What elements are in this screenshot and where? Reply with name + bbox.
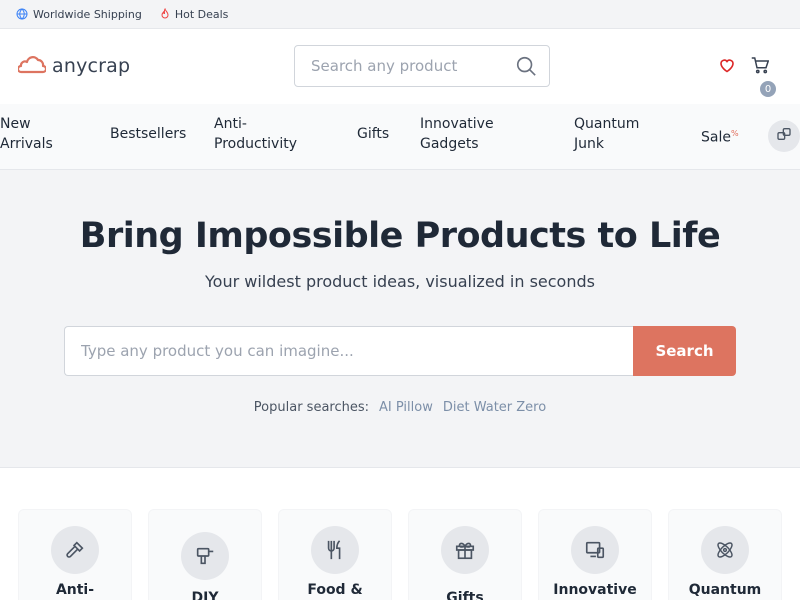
hot-deals-link[interactable]: Hot Deals (160, 7, 229, 21)
header-search (294, 45, 550, 87)
atom-icon (701, 526, 749, 574)
popular-searches-label: Popular searches: (253, 400, 370, 415)
nav-more-button[interactable] (768, 120, 800, 152)
category-card-innovative[interactable]: Innovative (538, 509, 652, 600)
utensils-icon (311, 526, 359, 574)
category-label: DIY (191, 590, 219, 600)
nav-item-label: Innovative (420, 116, 494, 132)
popular-tag-ai-pillow[interactable]: AI Pillow (379, 400, 433, 415)
category-label: Innovative (553, 582, 637, 598)
nav-item-label: Sale (701, 129, 731, 146)
nav-item-anti-productivity[interactable]: Anti- Productivity (214, 114, 297, 154)
category-card-diy[interactable]: DIY (148, 509, 262, 600)
category-label: Anti- (55, 582, 95, 598)
logo[interactable]: anycrap (16, 53, 131, 79)
link-icon (776, 126, 792, 146)
hero-search-button[interactable]: Search (633, 326, 736, 376)
category-grid: Anti- DIY Food & Gifts Innovative Quantu… (18, 509, 788, 600)
nav-item-label: Anti- (214, 116, 247, 132)
category-card-anti-productivity[interactable]: Anti- (18, 509, 132, 600)
cart-count-badge: 0 (760, 81, 776, 97)
hero-title: Bring Impossible Products to Life (79, 216, 721, 256)
nav-item-label: Arrivals (0, 136, 53, 152)
globe-icon (16, 8, 28, 20)
category-card-quantum[interactable]: Quantum (668, 509, 782, 600)
logo-text: anycrap (52, 55, 131, 77)
category-nav: New Arrivals Bestsellers Anti- Productiv… (0, 104, 800, 170)
popular-searches: Popular searches: AI Pillow Diet Water Zer… (0, 400, 800, 415)
drill-icon (181, 532, 229, 580)
wishlist-heart-icon[interactable] (719, 58, 735, 77)
hammer-icon (51, 526, 99, 574)
worldwide-shipping-label: Worldwide Shipping (33, 7, 142, 21)
header-search-input[interactable] (311, 57, 511, 75)
nav-item-label: Junk (574, 136, 604, 152)
cart-icon[interactable] (751, 57, 770, 78)
category-card-food[interactable]: Food & (278, 509, 392, 600)
hero-subtitle: Your wildest product ideas, visualized i… (205, 272, 595, 291)
category-card-gifts[interactable]: Gifts (408, 509, 522, 600)
nav-item-bestsellers[interactable]: Bestsellers (110, 124, 186, 144)
hot-deals-label: Hot Deals (174, 7, 229, 21)
worldwide-shipping-link[interactable]: Worldwide Shipping (16, 8, 142, 21)
nav-item-label: New (0, 116, 31, 132)
hero-search-input[interactable] (64, 326, 633, 376)
nav-item-gifts[interactable]: Gifts (357, 124, 389, 144)
category-label: Gifts (446, 590, 484, 600)
nav-item-label: Gadgets (420, 136, 479, 152)
popular-tag-diet-water-zero[interactable]: Diet Water Zero (443, 400, 546, 415)
site-header: anycrap 0 (0, 29, 800, 104)
nav-item-label: Bestsellers (110, 126, 187, 142)
nav-item-label: Productivity (214, 136, 297, 152)
nav-item-new-arrivals[interactable]: New Arrivals (0, 114, 53, 154)
hero-search-form: Search (64, 326, 736, 376)
category-label: Food & (307, 582, 363, 598)
sale-badge: % (730, 129, 739, 138)
nav-item-label: Quantum (574, 116, 640, 132)
flame-icon (160, 8, 170, 20)
nav-item-label: Gifts (357, 126, 390, 142)
nav-item-innovative-gadgets[interactable]: Innovative Gadgets (420, 114, 494, 154)
hero-section: Bring Impossible Products to Life Your w… (0, 170, 800, 468)
devices-icon (571, 526, 619, 574)
top-bar: Worldwide Shipping Hot Deals (0, 0, 800, 29)
cloud-logo-icon (16, 53, 48, 79)
nav-item-quantum-junk[interactable]: Quantum Junk (574, 114, 639, 154)
search-icon[interactable] (515, 55, 537, 81)
nav-item-sale[interactable]: Sale% (701, 124, 739, 148)
category-label: Quantum (688, 582, 762, 598)
gift-icon (441, 526, 489, 574)
